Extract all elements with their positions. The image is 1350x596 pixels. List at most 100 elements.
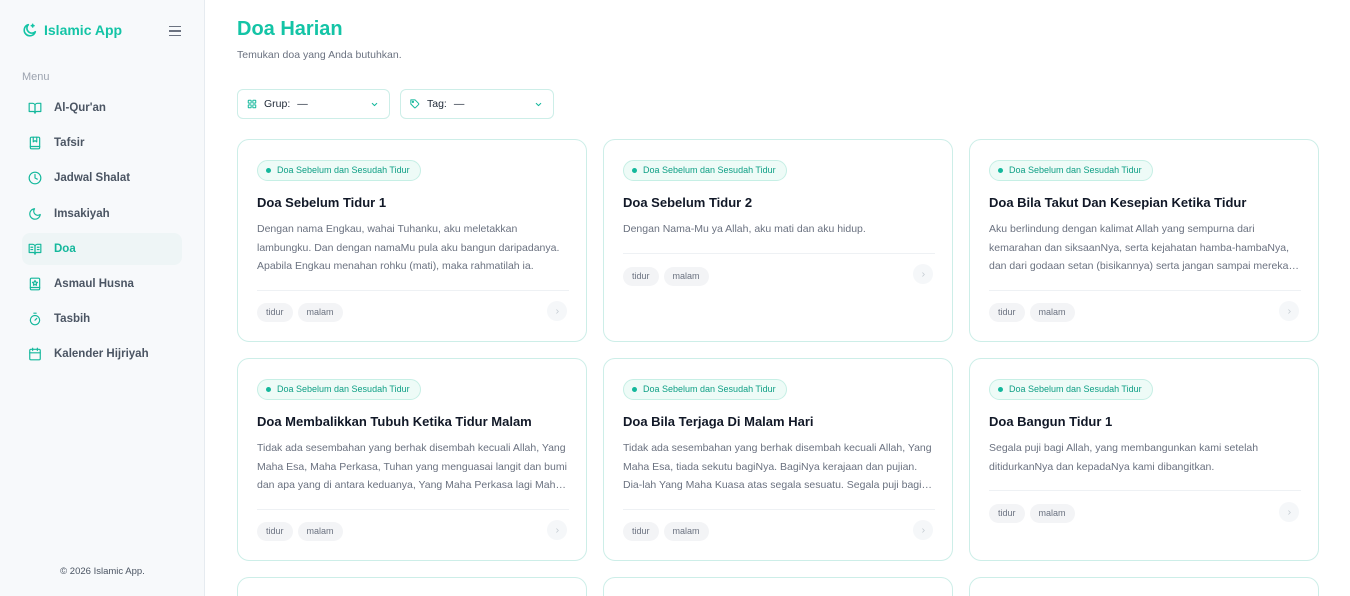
card-description: Tidak ada sesembahan yang berhak disemba…	[257, 442, 567, 491]
open-doa-button[interactable]	[547, 301, 567, 321]
card-description: Segala puji bagi Allah, yang membangunka…	[989, 442, 1259, 473]
group-badge: Doa Sebelum dan Sesudah Tidur	[989, 379, 1153, 400]
card-divider	[989, 490, 1301, 491]
doa-card[interactable]: Doa Sebelum dan Sesudah Tidur Doa Membal…	[237, 358, 587, 561]
sidebar-item-asmaul-husna[interactable]: Asmaul Husna	[22, 268, 182, 300]
sidebar-item-al-quran[interactable]: Al-Qur'an	[22, 92, 182, 124]
doa-card[interactable]: Doa Sebelum dan Sesudah Tidur Doa Bila T…	[969, 139, 1319, 342]
tag-list: tidur malam	[989, 303, 1075, 322]
tag-list: tidur malam	[623, 522, 709, 541]
card-title: Doa Sebelum Tidur 2	[623, 195, 753, 210]
card-description: Aku berlindung dengan kalimat Allah yang…	[989, 223, 1290, 272]
doa-card[interactable]	[969, 577, 1319, 596]
tag-chip: malam	[1029, 303, 1075, 322]
tag-chip: tidur	[989, 504, 1025, 523]
tag-list: tidur malam	[989, 504, 1075, 523]
sidebar-item-label: Al-Qur'an	[54, 102, 106, 114]
tag-chip: tidur	[623, 267, 659, 286]
doa-card[interactable]	[603, 577, 953, 596]
card-divider	[257, 509, 569, 510]
badge-label: Doa Sebelum dan Sesudah Tidur	[1009, 384, 1142, 394]
tag-chip: malam	[297, 303, 343, 322]
open-doa-button[interactable]	[913, 520, 933, 540]
chevron-right-icon	[1287, 308, 1291, 314]
sidebar-footer: © 2026 Islamic App.	[60, 566, 145, 577]
book-open-text-icon	[28, 243, 42, 255]
sidebar-item-tasbih[interactable]: Tasbih	[22, 303, 182, 335]
sidebar-item-jadwal-shalat[interactable]: Jadwal Shalat	[22, 162, 182, 194]
chevron-right-icon	[1287, 509, 1291, 515]
sidebar-item-label: Imsakiyah	[54, 207, 110, 220]
badge-label: Doa Sebelum dan Sesudah Tidur	[1009, 165, 1142, 175]
group-badge: Doa Sebelum dan Sesudah Tidur	[257, 160, 421, 181]
sidebar-item-doa[interactable]: Doa	[22, 232, 182, 265]
tag-icon	[410, 99, 420, 109]
chevron-down-icon	[535, 102, 542, 107]
sidebar-nav: Al-Qur'an Tafsir Jadwal Shalat Imsakiyah…	[22, 92, 182, 374]
tag-list: tidur malam	[257, 303, 343, 322]
card-title: Doa Bangun Tidur 1	[989, 414, 1113, 429]
badge-dot	[632, 387, 637, 392]
moon-icon	[23, 23, 37, 37]
card-description: Tidak ada sesembahan yang berhak disemba…	[623, 442, 932, 491]
menu-line	[169, 30, 181, 32]
book-bookmark-icon	[29, 136, 41, 150]
tag-list: tidur malam	[623, 267, 709, 286]
sidebar-item-imsakiyah[interactable]: Imsakiyah	[22, 198, 182, 230]
tag-chip: tidur	[257, 522, 293, 541]
group-badge: Doa Sebelum dan Sesudah Tidur	[623, 160, 787, 181]
badge-label: Doa Sebelum dan Sesudah Tidur	[277, 165, 410, 175]
doa-card[interactable]: Doa Sebelum dan Sesudah Tidur Doa Sebelu…	[237, 139, 587, 342]
tag-chip: tidur	[623, 522, 659, 541]
sidebar: Islamic App Menu Al-Qur'an Tafsir Jadwal…	[0, 0, 205, 596]
open-doa-button[interactable]	[913, 264, 933, 284]
chevron-down-icon	[371, 102, 378, 107]
tag-filter-value: —	[453, 98, 465, 110]
badge-dot	[266, 387, 271, 392]
card-title: Doa Bila Terjaga Di Malam Hari	[623, 414, 814, 429]
sidebar-item-label: Kalender Hijriyah	[54, 348, 149, 361]
brand[interactable]: Islamic App	[22, 22, 122, 38]
tag-chip: malam	[663, 522, 709, 541]
doa-card[interactable]: Doa Sebelum dan Sesudah Tidur Doa Bangun…	[969, 358, 1319, 561]
card-divider	[257, 290, 569, 291]
tag-chip: malam	[663, 267, 709, 286]
doa-card[interactable]	[237, 577, 587, 596]
badge-label: Doa Sebelum dan Sesudah Tidur	[643, 384, 776, 394]
card-divider	[989, 290, 1301, 291]
group-filter-value: —	[297, 98, 308, 110]
sidebar-item-kalender-hijriyah[interactable]: Kalender Hijriyah	[22, 338, 182, 370]
sidebar-item-label: Doa	[54, 242, 76, 255]
card-description: Dengan nama Engkau, wahai Tuhanku, aku m…	[257, 223, 560, 272]
sidebar-item-label: Asmaul Husna	[54, 277, 134, 290]
open-doa-button[interactable]	[1279, 301, 1299, 321]
grid-icon	[247, 99, 257, 109]
tag-list: tidur malam	[257, 522, 343, 541]
chevron-right-icon	[921, 271, 925, 277]
doa-card[interactable]: Doa Sebelum dan Sesudah Tidur Doa Bila T…	[603, 358, 953, 561]
book-open-icon	[28, 102, 42, 114]
sidebar-item-label: Tasbih	[54, 313, 91, 326]
card-divider	[623, 509, 935, 510]
group-badge: Doa Sebelum dan Sesudah Tidur	[623, 379, 787, 400]
tag-chip: tidur	[257, 303, 293, 322]
menu-line	[169, 26, 181, 28]
menu-toggle-button[interactable]	[169, 25, 181, 37]
doa-card[interactable]: Doa Sebelum dan Sesudah Tidur Doa Sebelu…	[603, 139, 953, 342]
chevron-right-icon	[555, 527, 559, 533]
menu-line	[169, 34, 181, 36]
card-title: Doa Membalikkan Tubuh Ketika Tidur Malam	[257, 414, 532, 429]
group-filter-label: Grup:	[264, 98, 291, 110]
calendar-icon	[29, 347, 41, 361]
page-subtitle: Temukan doa yang Anda butuhkan.	[237, 49, 402, 61]
sidebar-item-tafsir[interactable]: Tafsir	[22, 127, 182, 159]
tag-filter-select[interactable]: Tag: —	[400, 89, 554, 119]
badge-dot	[998, 387, 1003, 392]
badge-dot	[266, 168, 271, 173]
group-filter-select[interactable]: Grup: —	[237, 89, 390, 119]
badge-label: Doa Sebelum dan Sesudah Tidur	[277, 384, 410, 394]
open-doa-button[interactable]	[547, 520, 567, 540]
sidebar-item-label: Tafsir	[54, 137, 85, 150]
moon-icon	[29, 207, 41, 220]
open-doa-button[interactable]	[1279, 502, 1299, 522]
